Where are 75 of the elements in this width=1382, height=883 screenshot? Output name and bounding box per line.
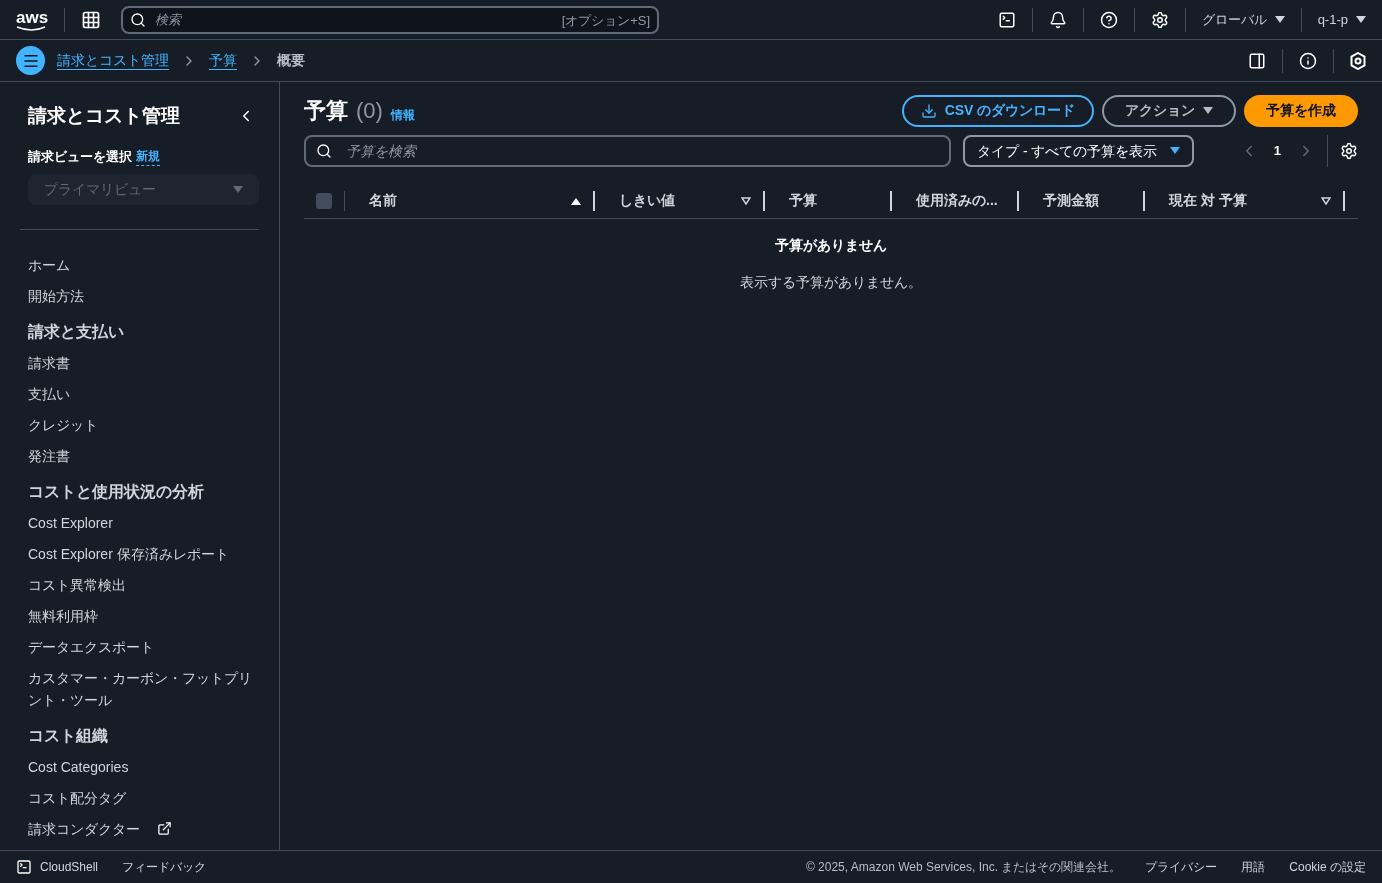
nav-link[interactable]: 発注書 — [28, 445, 253, 467]
sort-icon[interactable] — [1321, 196, 1331, 205]
feedback-link[interactable]: フィードバック — [122, 858, 207, 876]
view-label: 請求ビューを選択 — [28, 147, 132, 166]
external-link-icon — [157, 821, 172, 836]
terminal-icon — [16, 859, 32, 875]
create-budget-button[interactable]: 予算を作成 — [1244, 94, 1358, 127]
nav-link[interactable]: データエクスポート — [28, 636, 253, 658]
nav-link[interactable]: 請求コンダクター — [28, 818, 253, 840]
budget-count: (0) — [356, 97, 383, 125]
info-link[interactable]: 情報 — [390, 105, 415, 124]
breadcrumb-link[interactable]: 予算 — [209, 50, 237, 71]
cloudshell-button[interactable]: CloudShell — [16, 858, 99, 876]
nav-link[interactable]: コスト異常検出 — [28, 574, 253, 596]
sort-ascending-icon[interactable] — [571, 196, 581, 205]
actions-button[interactable]: アクション — [1102, 94, 1236, 127]
nav-link[interactable]: ホーム — [28, 254, 253, 276]
copyright-text: © 2025, Amazon Web Services, Inc. またはその関連会社。 — [805, 859, 1122, 876]
page-number[interactable]: 1 — [1273, 141, 1281, 161]
new-link[interactable]: 新規 — [136, 146, 160, 166]
nav-link[interactable]: Cost Explorer 保存済みレポート — [28, 543, 253, 565]
caret-icon — [233, 185, 243, 194]
nav-link[interactable]: 請求書 — [28, 352, 253, 374]
nav-link[interactable]: クレジット — [28, 414, 253, 436]
help-icon[interactable] — [1099, 10, 1118, 29]
footer-link[interactable]: Cookie の設定 — [1289, 858, 1366, 876]
info-icon[interactable] — [1299, 51, 1317, 70]
breadcrumb-current: 概要 — [277, 51, 305, 70]
nav-section-heading: 請求と支払い — [28, 322, 125, 342]
select-all-checkbox[interactable] — [316, 192, 332, 209]
sort-icon[interactable] — [741, 196, 751, 205]
download-button[interactable]: CSV のダウンロード — [902, 94, 1094, 127]
hexagon-icon[interactable] — [1350, 51, 1366, 70]
footer-link[interactable]: 用語 — [1241, 858, 1266, 876]
nav-section-heading: コストと使用状況の分析 — [28, 482, 205, 502]
sidebar-title: 請求とコスト管理 — [28, 104, 180, 128]
menu-button[interactable] — [16, 46, 45, 75]
notification-bell-icon[interactable] — [1048, 10, 1067, 29]
shortcut-hint: [オプション+S] — [561, 11, 651, 30]
page-title: 予算 — [304, 97, 348, 125]
search-icon — [316, 143, 332, 159]
caret-icon — [1274, 15, 1285, 24]
empty-state-title: 予算がありません — [775, 236, 887, 255]
nav-link[interactable]: 無料利用枠 — [28, 605, 253, 627]
footer-link[interactable]: プライバシー — [1145, 858, 1218, 876]
download-icon — [920, 102, 937, 119]
region-menu[interactable]: グローバル — [1201, 9, 1285, 30]
nav-link[interactable]: 開始方法 — [28, 285, 253, 307]
nav-link[interactable]: Cost Categories — [28, 756, 253, 778]
caret-icon — [1203, 106, 1213, 115]
panel-icon[interactable] — [1248, 51, 1266, 70]
apps-grid-icon[interactable] — [81, 9, 102, 30]
search-icon — [130, 11, 147, 28]
nav-section-heading: コスト組織 — [28, 726, 109, 746]
caret-icon — [1356, 15, 1366, 24]
empty-state-text: 表示する予算がありません。 — [740, 273, 922, 292]
preferences-icon[interactable] — [1340, 142, 1358, 160]
settings-icon[interactable] — [1150, 10, 1169, 29]
nav-link[interactable]: カスタマー・カーボン・フットプリント・ツール — [28, 667, 253, 711]
column-header: しきい値 — [619, 191, 675, 210]
type-filter-dropdown[interactable]: タイプ - すべての予算を表示 — [963, 135, 1194, 167]
column-header: 予測金額 — [1043, 191, 1099, 210]
nav-link[interactable]: Cost Explorer — [28, 512, 253, 534]
budget-search-field[interactable]: 予算を検索 — [304, 135, 951, 167]
column-header: 現在 対 予算 — [1169, 191, 1247, 210]
column-header: 名前 — [369, 191, 397, 210]
column-header: 使用済みの... — [916, 191, 998, 210]
terminal-icon[interactable] — [997, 10, 1016, 29]
nav-link[interactable]: 支払い — [28, 383, 253, 405]
aws-logo[interactable]: aws — [16, 9, 49, 30]
column-header: 予算 — [789, 191, 817, 210]
nav-link[interactable]: コスト配分タグ — [28, 787, 253, 809]
caret-icon — [1170, 147, 1180, 155]
breadcrumb-link[interactable]: 請求とコスト管理 — [57, 50, 169, 71]
account-menu[interactable]: q-1-p — [1317, 9, 1366, 30]
